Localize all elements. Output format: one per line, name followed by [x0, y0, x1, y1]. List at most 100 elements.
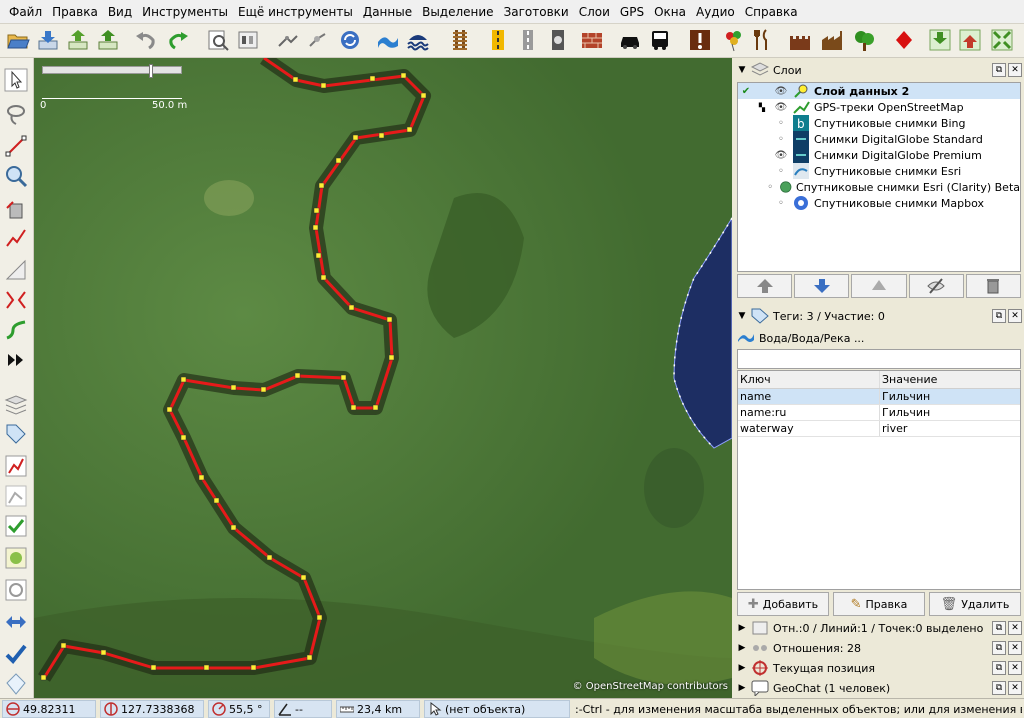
close-panel-button[interactable]: ✕ [1008, 661, 1022, 675]
map-attribution[interactable]: © OpenStreetMap contributors [573, 681, 728, 692]
tag-key[interactable]: waterway [738, 421, 880, 436]
water-icon[interactable] [406, 28, 430, 52]
lasso-tool-icon[interactable] [4, 102, 28, 126]
tree-icon[interactable] [852, 28, 876, 52]
railway-icon[interactable] [448, 28, 472, 52]
position-panel-header[interactable]: ▶ Текущая позиция ⧉ ✕ [735, 658, 1022, 678]
refresh-icon[interactable] [338, 28, 362, 52]
expand-toggle-icon[interactable]: ▶ [735, 643, 749, 653]
visibility-off-icon[interactable]: ◦ [770, 134, 792, 145]
tag-filter-input[interactable] [737, 349, 1021, 369]
changeset-icon[interactable] [4, 610, 28, 634]
conflict-icon[interactable] [4, 578, 28, 602]
road-icon[interactable] [486, 28, 510, 52]
car-icon[interactable] [618, 28, 642, 52]
road-grey-icon[interactable] [516, 28, 540, 52]
diamond-icon[interactable] [4, 672, 28, 696]
menu-view[interactable]: Вид [103, 0, 137, 24]
menu-selection[interactable]: Выделение [417, 0, 498, 24]
menu-data[interactable]: Данные [358, 0, 417, 24]
validate-check-icon[interactable] [4, 642, 28, 666]
download-icon[interactable] [36, 28, 60, 52]
visibility-eye-icon[interactable]: 👁 [770, 102, 792, 113]
zoom-tool-icon[interactable] [4, 164, 28, 188]
preferences-icon[interactable] [206, 28, 230, 52]
poi-icon[interactable] [892, 28, 916, 52]
layer-row[interactable]: ✔ 👁 Слой данных 2 [738, 83, 1020, 99]
validator-icon[interactable] [4, 514, 28, 538]
relations-panel-header[interactable]: ▶ Отношения: 28 ⧉ ✕ [735, 638, 1022, 658]
layers-toggle-icon[interactable] [4, 392, 28, 416]
draw-tool-icon[interactable] [4, 134, 28, 158]
open-icon[interactable] [6, 28, 30, 52]
visibility-off-icon[interactable]: ◦ [770, 118, 792, 129]
selection-panel-header[interactable]: ▶ Отн.:0 / Линий:1 / Точек:0 выделено ⧉ … [735, 618, 1022, 638]
edit-tag-button[interactable]: ✎ Правка [833, 592, 925, 616]
info-icon[interactable] [688, 28, 712, 52]
close-panel-button[interactable]: ✕ [1008, 621, 1022, 635]
tag-value[interactable]: river [880, 421, 1020, 436]
area-tool-icon[interactable] [4, 258, 28, 282]
menu-gps[interactable]: GPS [615, 0, 649, 24]
upload-area-icon[interactable] [958, 28, 982, 52]
delete-tag-button[interactable]: 🗑 Удалить [929, 592, 1021, 616]
map-paint-icon[interactable] [4, 546, 28, 570]
tag-value[interactable]: Гильчин [880, 405, 1020, 420]
satellite-icon[interactable] [276, 28, 300, 52]
menu-tools[interactable]: Инструменты [137, 0, 233, 24]
select-tool-icon[interactable] [4, 68, 28, 92]
tag-row[interactable]: waterway river [738, 421, 1020, 437]
split-tool-icon[interactable] [4, 226, 28, 250]
tag-row[interactable]: name:ru Гильчин [738, 405, 1020, 421]
merge-layer-button[interactable] [851, 274, 907, 298]
layer-row[interactable]: ◦ b Спутниковые снимки Bing [738, 115, 1020, 131]
collapse-toggle-icon[interactable]: ▼ [735, 65, 749, 75]
zoom-slider[interactable] [42, 64, 182, 78]
layer-row[interactable]: 👁 Снимки DigitalGlobe Premium [738, 147, 1020, 163]
toggle-visibility-button[interactable] [908, 274, 964, 298]
menu-edit[interactable]: Правка [47, 0, 103, 24]
layers-panel-header[interactable]: ▼ Слои ⧉ ✕ [735, 60, 1022, 80]
node-icon[interactable] [306, 28, 330, 52]
castle-icon[interactable] [788, 28, 812, 52]
combine-tool-icon[interactable] [4, 288, 28, 312]
zoom-fit-icon[interactable] [990, 28, 1014, 52]
menu-help[interactable]: Справка [740, 0, 803, 24]
visibility-off-icon[interactable]: ◦ [770, 166, 792, 177]
tag-value[interactable]: Гильчин [880, 389, 1020, 404]
menu-windows[interactable]: Окна [649, 0, 691, 24]
factory-icon[interactable] [820, 28, 844, 52]
value-column-header[interactable]: Значение [880, 371, 1020, 388]
undock-button[interactable]: ⧉ [992, 661, 1006, 675]
redo-icon[interactable] [166, 28, 190, 52]
traffic-icon[interactable] [546, 28, 570, 52]
menu-more-tools[interactable]: Ещё инструменты [233, 0, 358, 24]
delete-layer-button[interactable] [965, 274, 1022, 298]
download-area-icon[interactable] [928, 28, 952, 52]
upload-icon[interactable] [66, 28, 90, 52]
expand-toggle-icon[interactable]: ▶ [735, 683, 749, 693]
improve-way-icon[interactable] [4, 318, 28, 342]
tag-row[interactable]: name Гильчин [738, 389, 1020, 405]
undock-button[interactable]: ⧉ [992, 621, 1006, 635]
move-up-button[interactable] [737, 274, 793, 298]
tag-key[interactable]: name:ru [738, 405, 880, 420]
menu-audio[interactable]: Аудио [691, 0, 740, 24]
selection-list-icon[interactable] [4, 454, 28, 478]
save-icon[interactable] [96, 28, 120, 52]
map-view[interactable]: 0 50.0 m © OpenStreetMap contributors [34, 58, 732, 698]
undo-icon[interactable] [134, 28, 158, 52]
waterway-icon[interactable] [376, 28, 400, 52]
zoom-slider-knob[interactable] [149, 64, 153, 78]
close-panel-button[interactable]: ✕ [1008, 681, 1022, 695]
layer-row[interactable]: ▚ 👁 GPS-треки OpenStreetMap [738, 99, 1020, 115]
party-icon[interactable] [722, 28, 746, 52]
geochat-panel-header[interactable]: ▶ GeoChat (1 человек) ⧉ ✕ [735, 678, 1022, 698]
move-down-button[interactable] [794, 274, 850, 298]
key-column-header[interactable]: Ключ [738, 371, 880, 388]
delete-tool-icon[interactable] [4, 196, 28, 220]
wall-icon[interactable] [580, 28, 604, 52]
layer-row[interactable]: ◦ Спутниковые снимки Esri (Clarity) Beta [738, 179, 1020, 195]
layer-row[interactable]: ◦ Спутниковые снимки Mapbox [738, 195, 1020, 211]
undock-button[interactable]: ⧉ [992, 309, 1006, 323]
